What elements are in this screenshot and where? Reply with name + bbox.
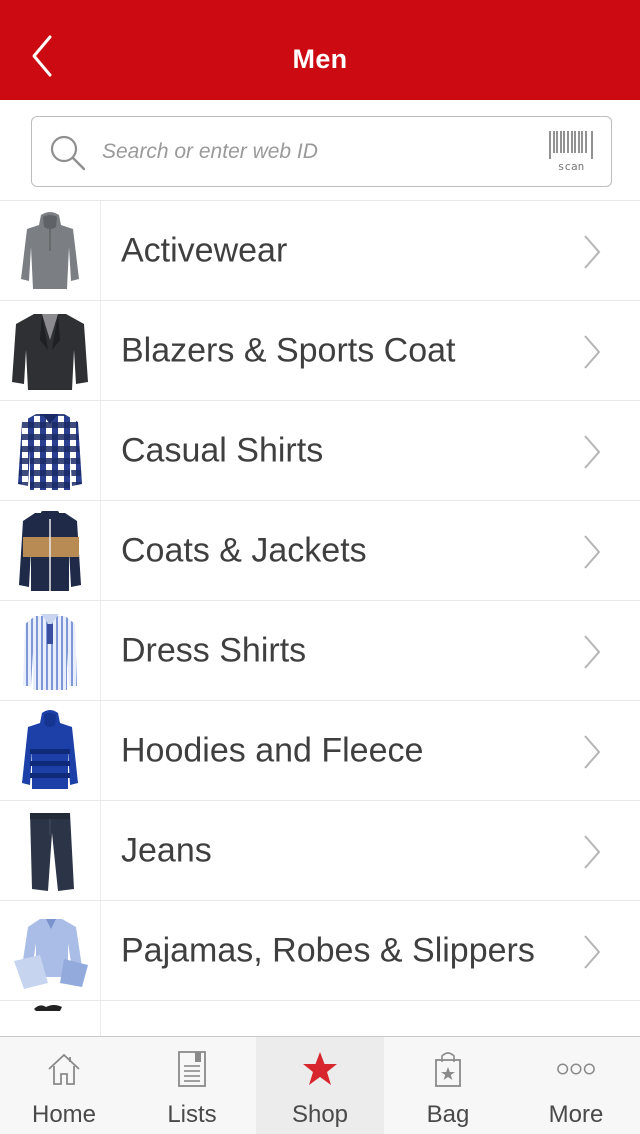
partial-thumbnail <box>34 1005 62 1011</box>
tab-bag[interactable]: Bag <box>384 1037 512 1134</box>
category-label: Activewear <box>121 231 288 269</box>
scan-button[interactable]: scan <box>547 129 595 173</box>
tab-shop[interactable]: Shop <box>256 1037 384 1134</box>
search-box[interactable]: scan <box>31 116 612 187</box>
jeans-thumbnail <box>30 812 74 891</box>
category-item-activewear[interactable]: Activewear <box>0 201 640 301</box>
dress-shirt-thumbnail <box>23 613 77 690</box>
chevron-right-icon <box>584 435 601 469</box>
tab-more[interactable]: More <box>512 1037 640 1134</box>
thumbnail <box>0 601 101 700</box>
chevron-right-icon <box>584 535 601 569</box>
category-label: Casual Shirts <box>121 431 324 469</box>
category-item-jeans[interactable]: Jeans <box>0 801 640 901</box>
hoodie-gray-thumbnail <box>21 211 79 289</box>
tab-label: Bag <box>426 1101 470 1128</box>
thumbnail <box>0 701 101 800</box>
category-label: Dress Shirts <box>121 631 307 669</box>
thumbnail <box>0 901 101 1000</box>
category-item-coats-jackets[interactable]: Coats & Jackets <box>0 501 640 601</box>
thumbnail <box>0 801 101 900</box>
category-label: Coats & Jackets <box>121 531 367 569</box>
header-bar: Men <box>0 0 640 100</box>
chevron-left-icon <box>32 35 52 77</box>
back-button[interactable] <box>22 30 62 82</box>
tab-bar: Home Lists Shop Bag More <box>0 1036 640 1134</box>
page-title: Men <box>292 43 348 74</box>
search-input[interactable] <box>102 131 522 173</box>
chevron-right-icon <box>584 735 601 769</box>
chevron-right-icon <box>584 935 601 969</box>
chevron-right-icon <box>584 635 601 669</box>
category-label: Blazers & Sports Coat <box>121 331 456 369</box>
tab-label: More <box>548 1101 604 1128</box>
bag-icon <box>428 1049 468 1089</box>
tab-lists[interactable]: Lists <box>128 1037 256 1134</box>
chevron-right-icon <box>584 235 601 269</box>
tab-home[interactable]: Home <box>0 1037 128 1134</box>
tab-label: Shop <box>291 1101 349 1128</box>
category-list: Activewear Blazers & Sports Coat Casual … <box>0 201 640 1101</box>
plaid-shirt-thumbnail <box>18 413 82 490</box>
more-icon <box>556 1049 596 1089</box>
chevron-right-icon <box>584 335 601 369</box>
star-icon <box>300 1049 340 1089</box>
app: Men Search or enter web ID scan Activewe… <box>0 0 640 1134</box>
category-item-pajamas[interactable]: Pajamas, Robes & Slippers <box>0 901 640 1001</box>
category-label: Pajamas, Robes & Slippers <box>121 931 535 969</box>
home-icon <box>44 1049 84 1089</box>
category-item-hoodies-fleece[interactable]: Hoodies and Fleece <box>0 701 640 801</box>
thumbnail <box>0 501 101 600</box>
thumbnail <box>0 301 101 400</box>
pajamas-thumbnail <box>14 918 88 989</box>
blazer-thumbnail <box>12 313 88 390</box>
category-item-blazers[interactable]: Blazers & Sports Coat <box>0 301 640 401</box>
category-label: Jeans <box>121 831 212 869</box>
blue-hoodie-thumbnail <box>22 709 78 789</box>
list-icon <box>172 1049 212 1089</box>
thumbnail <box>0 201 101 300</box>
category-item-dress-shirts[interactable]: Dress Shirts <box>0 601 640 701</box>
puffer-jacket-thumbnail <box>19 510 81 591</box>
category-item-casual-shirts[interactable]: Casual Shirts <box>0 401 640 501</box>
category-label: Hoodies and Fleece <box>121 731 424 769</box>
search-icon <box>50 135 86 171</box>
barcode-icon <box>549 131 593 159</box>
tab-label: Home <box>31 1101 97 1128</box>
tab-label: Lists <box>167 1101 217 1128</box>
chevron-right-icon <box>584 835 601 869</box>
search-bar: scan <box>0 100 640 201</box>
thumbnail <box>0 401 101 500</box>
scan-label: scan <box>557 160 585 173</box>
